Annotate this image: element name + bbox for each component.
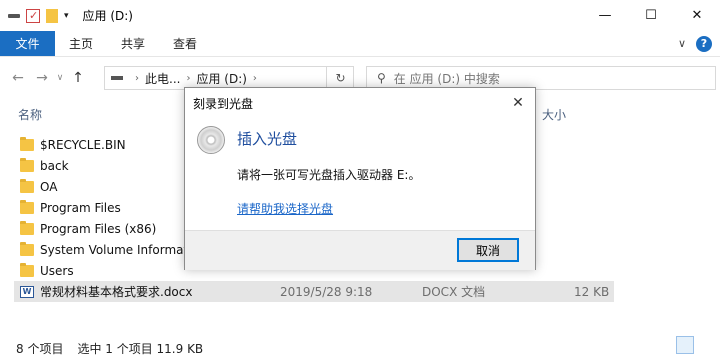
word-document-icon: W [20, 285, 34, 298]
properties-checkbox-icon[interactable]: ✓ [26, 8, 40, 23]
drive-icon [8, 13, 20, 18]
file-name: $RECYCLE.BIN [40, 137, 126, 152]
dialog-footer: 取消 [185, 230, 535, 270]
optical-disc-icon [197, 126, 225, 154]
back-arrow-icon[interactable]: ← [6, 70, 30, 86]
cancel-button[interactable]: 取消 [457, 238, 519, 262]
chevron-right-icon: › [186, 72, 191, 84]
column-header-size[interactable]: 大小 [542, 106, 566, 123]
file-date: 2019/5/28 9:18 [280, 284, 373, 299]
tab-file[interactable]: 文件 [0, 31, 55, 56]
list-item-selected[interactable]: W 常规材料基本格式要求.docx 2019/5/28 9:18 DOCX 文档… [14, 281, 614, 302]
view-toggle [676, 336, 714, 354]
dialog-title: 刻录到光盘 [193, 96, 254, 111]
close-button[interactable]: ✕ [674, 0, 720, 31]
help-icon[interactable]: ? [696, 35, 712, 52]
folder-icon [20, 262, 34, 277]
folder-icon [20, 241, 34, 256]
help-choose-disc-link[interactable]: 请帮助我选择光盘 [237, 200, 333, 217]
file-name: Users [40, 263, 74, 278]
expand-ribbon-icon[interactable]: ∨ [678, 37, 686, 50]
large-icons-view-icon[interactable] [696, 336, 714, 354]
quick-access-toolbar: ✓ ▾ [8, 8, 69, 23]
file-name: System Volume Informati [40, 242, 192, 257]
folder-icon [20, 199, 34, 214]
chevron-right-icon: › [135, 72, 139, 84]
window-controls: — ☐ ✕ [582, 0, 720, 31]
title-bar: ✓ ▾ 应用 (D:) — ☐ ✕ [0, 0, 720, 31]
up-arrow-icon[interactable]: ↑ [66, 70, 90, 86]
forward-arrow-icon[interactable]: → [30, 70, 54, 86]
recent-locations-icon[interactable]: ∨ [54, 73, 66, 83]
folder-icon [20, 136, 34, 151]
ribbon-right: ∨ ? [678, 31, 720, 56]
dialog-message: 请将一张可写光盘插入驱动器 E:。 [237, 168, 421, 182]
folder-icon [20, 178, 34, 193]
file-name: Program Files [40, 200, 121, 215]
details-view-icon[interactable] [676, 336, 694, 354]
file-type: DOCX 文档 [422, 285, 486, 299]
tab-share[interactable]: 共享 [107, 31, 159, 56]
breadcrumb-drive[interactable]: 应用 (D:) [196, 70, 246, 87]
item-count: 8 个项目 [16, 342, 64, 356]
column-header-name[interactable]: 名称 [18, 106, 42, 123]
search-placeholder: 在 应用 (D:) 中搜索 [393, 71, 500, 86]
customize-toolbar-icon[interactable]: ▾ [64, 11, 69, 21]
breadcrumb-this-pc[interactable]: 此电... [145, 70, 180, 87]
file-name: Program Files (x86) [40, 221, 157, 236]
minimize-button[interactable]: — [582, 0, 628, 31]
file-name: OA [40, 179, 58, 194]
window-title: 应用 (D:) [82, 9, 133, 23]
tab-home[interactable]: 主页 [55, 31, 107, 56]
search-icon: ⚲ [377, 71, 386, 85]
ribbon-tabs: 文件 主页 共享 查看 ∨ ? [0, 31, 720, 57]
dialog-heading: 插入光盘 [237, 130, 298, 148]
file-size: 12 KB [574, 284, 610, 299]
dialog-close-button[interactable]: ✕ [507, 92, 529, 114]
chevron-right-icon: › [252, 72, 257, 84]
tab-view[interactable]: 查看 [159, 31, 211, 56]
folder-icon [20, 157, 34, 172]
selection-info: 选中 1 个项目 11.9 KB [77, 342, 204, 356]
burn-to-disc-dialog: 刻录到光盘 ✕ 插入光盘 请将一张可写光盘插入驱动器 E:。 请帮助我选择光盘 … [184, 87, 536, 270]
maximize-button[interactable]: ☐ [628, 0, 674, 31]
new-folder-icon[interactable] [46, 8, 58, 23]
drive-icon [111, 76, 123, 80]
folder-icon [20, 220, 34, 235]
file-name: 常规材料基本格式要求.docx [40, 285, 193, 299]
dialog-body: 插入光盘 请将一张可写光盘插入驱动器 E:。 请帮助我选择光盘 [185, 118, 535, 230]
file-name: back [40, 158, 69, 173]
status-bar: 8 个项目 选中 1 个项目 11.9 KB [16, 340, 203, 357]
